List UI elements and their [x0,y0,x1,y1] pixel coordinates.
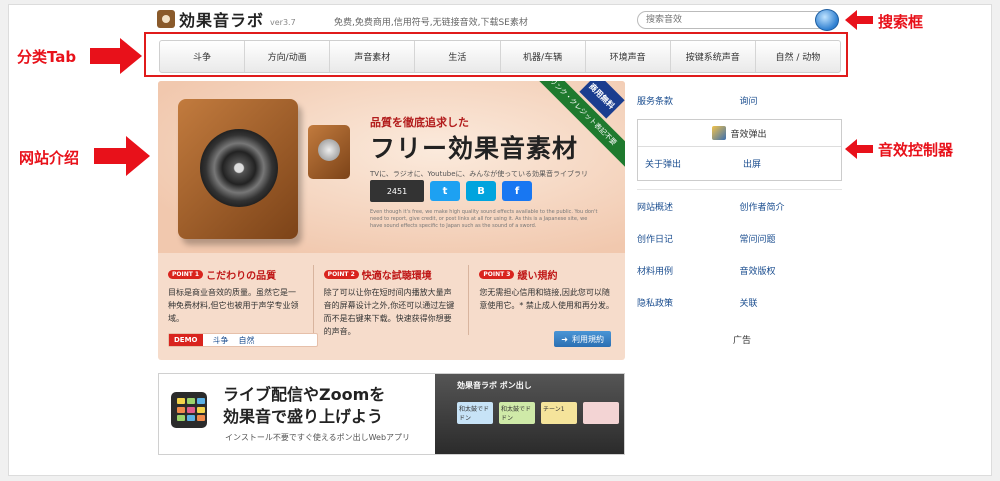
tab-nature-animals[interactable]: 自然 / 动物 [756,41,840,72]
tab-button-system[interactable]: 按键系统声音 [671,41,756,72]
hero-kicker: 品質を徹底追求した [370,116,469,129]
annotation-arrow-tabs [90,38,142,74]
hero-banner: 品質を徹底追求した フリー効果音素材 TVに、ラジオに、Youtubeに、みんな… [158,81,625,253]
tab-life[interactable]: 生活 [415,41,501,72]
sidebar-row: 隐私政策 关联 [637,296,842,309]
annotation-arrow-sfx [845,139,873,159]
sidebar-link-terms[interactable]: 服务条款 [637,94,740,107]
tab-fight[interactable]: 斗争 [160,41,246,72]
feature-point-quality: POINT 1 こだわりの品質 目标是商业音效的质量。虽然它是一种免费材料,但它… [158,253,314,335]
sidebar-link-creator[interactable]: 创作者简介 [740,200,843,213]
point-text: 您无需担心信用和链接,因此您可以随意使用它。* 禁止成人使用和再分发。 [479,288,614,310]
sidebar-link-privacy[interactable]: 隐私政策 [637,296,740,309]
point-title: 快適な試聴環境 [361,271,432,282]
search-input[interactable] [637,11,827,29]
link-open-screen[interactable]: 出屏 [743,157,841,170]
sidebar-link-contact[interactable]: 询问 [740,94,843,107]
point-title: 緩い規約 [517,271,558,282]
tab-machine-vehicle[interactable]: 机器/车辆 [501,41,586,72]
search-bar [637,9,839,31]
arrow-right-icon: ➜ [561,334,568,344]
sound-pad: チーン1 [541,402,577,424]
twitter-icon[interactable]: t [430,181,460,201]
hero-title: フリー効果音素材 [370,134,579,163]
sound-count-counter: 2451 [370,180,424,202]
sidebar-link-diary[interactable]: 创作日记 [637,232,740,245]
site-tagline: 免费,免费商用,信用符号,无链接音效,下载SE素材 [334,18,528,28]
pon-dashi-banner[interactable]: ライブ配信やZoomを 効果音で盛り上げよう インストール不要ですぐ使えるポン出… [158,373,625,455]
sidebar-row: 网站概述 创作者简介 [637,200,842,213]
sfx-controller: 音效弹出 关于弹出 出屏 [637,119,842,181]
logo-text: 効果音ラボ [179,11,265,30]
sfx-controller-title: 音效弹出 [730,129,767,140]
banner-title: ライブ配信やZoomを 効果音で盛り上げよう [223,384,385,428]
speaker-logo-icon [157,10,175,28]
site-intro-hero: 品質を徹底追求した フリー効果音素材 TVに、ラジオに、Youtubeに、みんな… [158,81,625,360]
banner-subtitle: インストール不要ですぐ使えるポン出しWebアプリ [225,433,411,442]
sidebar-link-related[interactable]: 关联 [740,296,843,309]
point-text: 除了可以让你在短时间内播放大量声音的屏幕设计之外,你还可以通过左键而不是右键来下… [323,288,455,336]
banner-brand: 効果音ラボ ポン出し [457,381,532,390]
tab-environment[interactable]: 环境声音 [586,41,671,72]
sound-pads: 和太鼓でドドン 和太鼓でドドン チーン1 [457,402,619,424]
point-title: こだわりの品質 [206,271,277,282]
ad-label: 广告 [733,336,752,346]
tab-direction-animation[interactable]: 方向/动画 [245,41,331,72]
hero-english-text: Even though it's free, we make high qual… [370,209,598,229]
point-tag: POINT 2 [323,270,359,279]
sound-pad [583,402,619,424]
demo-bar: DEMO 斗争 自然 [168,333,318,347]
hero-subtitle: TVに、ラジオに、Youtubeに、みんなが使っている効果音ライブラリ [370,170,588,178]
annotation-sfx-controller: 音效控制器 [878,141,954,159]
sfx-controller-links: 关于弹出 出屏 [638,147,841,170]
demo-label: DEMO [169,334,203,346]
sidebar-row: 材料用例 音效版权 [637,264,842,277]
sidebar-row: 服务条款 询问 [637,94,842,107]
demo-link-nature[interactable]: 自然 [239,335,255,346]
feature-points: POINT 1 こだわりの品質 目标是商业音效的质量。虽然它是一种免费材料,但它… [158,253,625,336]
terms-of-use-button[interactable]: ➜ 利用規約 [554,331,611,347]
banner-title-line2: 効果音で盛り上げよう [223,407,384,426]
site-logo[interactable]: 効果音ラボ ver3.7 [157,9,296,30]
sound-pad: 和太鼓でドドン [499,402,535,424]
sound-pad: 和太鼓でドドン [457,402,493,424]
launchpad-icon [171,392,207,428]
link-about-popup[interactable]: 关于弹出 [645,157,743,170]
annotation-tabs: 分类Tab [17,48,77,66]
tab-sound-material[interactable]: 声音素材 [330,41,416,72]
annotation-arrow-search [845,10,873,30]
banner-app-preview: 効果音ラボ ポン出し 和太鼓でドドン 和太鼓でドドン チーン1 [435,374,624,454]
banner-title-line1: ライブ配信やZoomを [223,385,386,404]
sfx-controller-header[interactable]: 音效弹出 [638,120,841,147]
speaker-image [178,99,298,239]
feature-point-listening: POINT 2 快適な試聴環境 除了可以让你在短时间内播放大量声音的屏幕设计之外… [314,253,470,336]
sidebar-link-copyright[interactable]: 音效版权 [740,264,843,277]
annotation-intro: 网站介绍 [19,149,80,167]
terms-label: 利用規約 [572,334,604,344]
point-text: 目标是商业音效的质量。虽然它是一种免费材料,但它也被用于声学专业领域。 [168,288,299,323]
annotation-arrow-intro [94,136,150,176]
demo-link-fight[interactable]: 斗争 [213,335,229,346]
facebook-icon[interactable]: f [502,181,532,201]
feature-point-terms: POINT 3 緩い規約 您无需担心信用和链接,因此您可以随意使用它。* 禁止成… [469,253,625,333]
point-tag: POINT 1 [168,270,204,279]
sidebar-link-faq[interactable]: 常问问题 [740,232,843,245]
hero-badges: 2451 t B f [370,180,532,202]
sidebar-link-use-cases[interactable]: 材料用例 [637,264,740,277]
version-label: ver3.7 [270,17,296,27]
category-tabs: 斗争 方向/动画 声音素材 生活 机器/车辆 环境声音 按键系统声音 自然 / … [159,40,841,73]
sound-popup-icon [712,126,727,140]
sidebar-link-overview[interactable]: 网站概述 [637,200,740,213]
sidebar-row: 创作日记 常问问题 [637,232,842,245]
hatena-bookmark-icon[interactable]: B [466,181,496,201]
search-button[interactable] [815,9,839,31]
sidebar-divider [637,189,842,190]
small-speaker-image [308,125,350,179]
annotation-search: 搜索框 [878,13,924,31]
point-tag: POINT 3 [479,270,515,279]
